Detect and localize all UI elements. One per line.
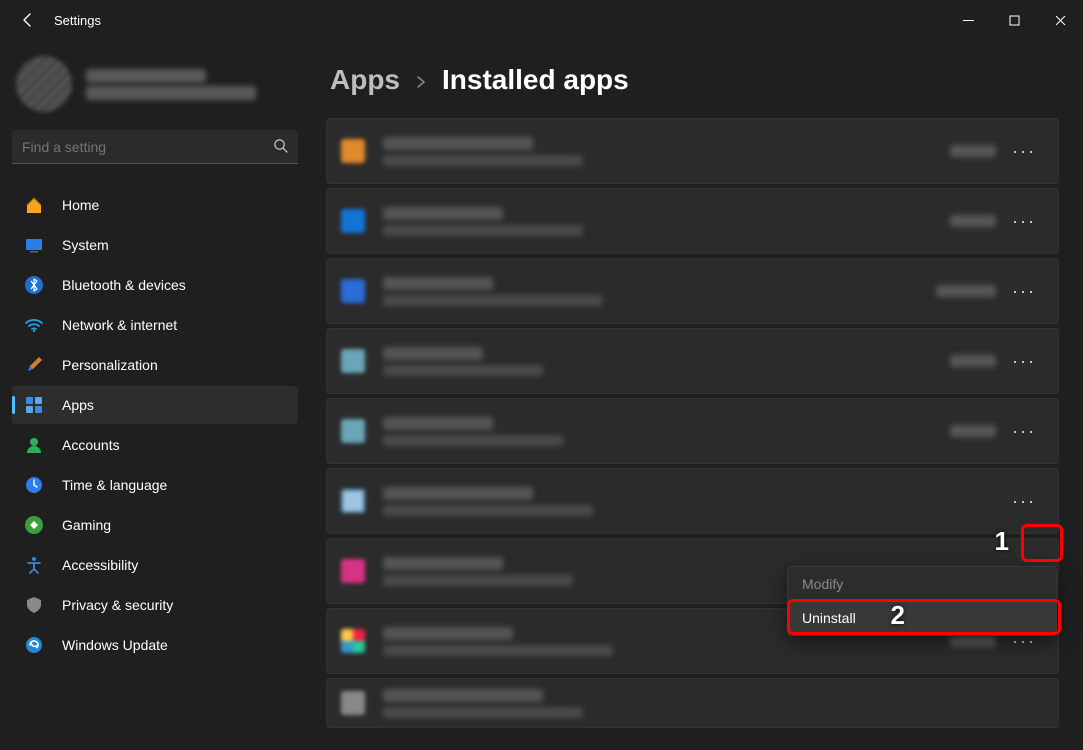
nav-label: Gaming xyxy=(62,517,111,533)
sidebar: Home System Bluetooth & devices Network … xyxy=(0,40,310,750)
nav-gaming[interactable]: Gaming xyxy=(12,506,298,544)
app-text-obscured xyxy=(383,417,950,446)
app-icon xyxy=(341,559,365,583)
nav-label: Accounts xyxy=(62,437,120,453)
app-row[interactable]: ··· xyxy=(326,328,1059,394)
app-icon xyxy=(341,139,365,163)
search-input[interactable] xyxy=(12,130,298,164)
nav-list: Home System Bluetooth & devices Network … xyxy=(12,186,298,666)
app-icon xyxy=(341,279,365,303)
app-more-button[interactable]: ··· xyxy=(1008,206,1040,236)
app-icon xyxy=(341,209,365,233)
app-text-obscured xyxy=(383,487,1008,516)
app-size-obscured xyxy=(950,635,996,647)
nav-accounts[interactable]: Accounts xyxy=(12,426,298,464)
app-size-obscured xyxy=(950,145,996,157)
account-profile[interactable] xyxy=(12,52,298,116)
nav-label: Apps xyxy=(62,397,94,413)
nav-network[interactable]: Network & internet xyxy=(12,306,298,344)
avatar xyxy=(16,56,72,112)
profile-text xyxy=(86,66,256,103)
search-icon xyxy=(273,138,288,156)
nav-label: Bluetooth & devices xyxy=(62,277,186,293)
app-icon xyxy=(341,419,365,443)
app-size-obscured xyxy=(950,215,996,227)
app-more-button[interactable]: ··· xyxy=(1008,276,1040,306)
app-row[interactable]: ··· xyxy=(326,118,1059,184)
search-field[interactable] xyxy=(22,139,273,155)
installed-apps-list: ··· ··· ··· ··· xyxy=(326,118,1059,728)
app-text-obscured xyxy=(383,347,950,376)
window-title: Settings xyxy=(48,13,101,28)
app-icon xyxy=(341,691,365,715)
person-icon xyxy=(22,433,46,457)
nav-personalization[interactable]: Personalization xyxy=(12,346,298,384)
brush-icon xyxy=(22,353,46,377)
back-button[interactable] xyxy=(8,0,48,40)
app-icon xyxy=(341,349,365,373)
app-more-button[interactable]: ··· xyxy=(1008,346,1040,376)
breadcrumb-leaf: Installed apps xyxy=(442,64,629,96)
nav-apps[interactable]: Apps xyxy=(12,386,298,424)
nav-accessibility[interactable]: Accessibility xyxy=(12,546,298,584)
close-button[interactable] xyxy=(1037,0,1083,40)
chevron-right-icon xyxy=(414,72,428,95)
app-row[interactable] xyxy=(326,678,1059,728)
nav-label: Privacy & security xyxy=(62,597,173,613)
app-text-obscured xyxy=(383,137,950,166)
app-row[interactable]: ··· xyxy=(326,258,1059,324)
title-bar: Settings xyxy=(0,0,1083,40)
app-text-obscured xyxy=(383,689,1040,718)
clock-icon xyxy=(22,473,46,497)
nav-system[interactable]: System xyxy=(12,226,298,264)
breadcrumb: Apps Installed apps xyxy=(326,64,1059,96)
maximize-icon xyxy=(1009,15,1020,26)
bluetooth-icon xyxy=(22,273,46,297)
nav-label: Windows Update xyxy=(62,637,168,653)
app-icon xyxy=(341,629,365,653)
close-icon xyxy=(1055,15,1066,26)
maximize-button[interactable] xyxy=(991,0,1037,40)
system-icon xyxy=(22,233,46,257)
nav-label: Personalization xyxy=(62,357,158,373)
wifi-icon xyxy=(22,313,46,337)
menu-item-modify[interactable]: Modify xyxy=(788,567,1056,601)
app-row[interactable]: ··· xyxy=(326,398,1059,464)
nav-label: System xyxy=(62,237,109,253)
app-text-obscured xyxy=(383,277,936,306)
nav-label: Time & language xyxy=(62,477,167,493)
app-more-button[interactable]: ··· xyxy=(1008,136,1040,166)
nav-bluetooth[interactable]: Bluetooth & devices xyxy=(12,266,298,304)
nav-label: Accessibility xyxy=(62,557,138,573)
nav-label: Network & internet xyxy=(62,317,177,333)
nav-time-language[interactable]: Time & language xyxy=(12,466,298,504)
home-icon xyxy=(22,193,46,217)
breadcrumb-root[interactable]: Apps xyxy=(330,64,400,96)
app-row[interactable]: ··· xyxy=(326,468,1059,534)
app-more-button[interactable]: ··· xyxy=(1008,416,1040,446)
content-area: Apps Installed apps ··· ··· xyxy=(310,40,1083,750)
app-size-obscured xyxy=(950,355,996,367)
arrow-left-icon xyxy=(20,12,36,28)
accessibility-icon xyxy=(22,553,46,577)
app-row[interactable]: ··· xyxy=(326,188,1059,254)
app-more-button[interactable]: ··· xyxy=(1008,486,1040,516)
shield-icon xyxy=(22,593,46,617)
app-size-obscured xyxy=(950,425,996,437)
app-context-menu: Modify Uninstall xyxy=(787,566,1057,636)
nav-label: Home xyxy=(62,197,99,213)
apps-icon xyxy=(22,393,46,417)
nav-home[interactable]: Home xyxy=(12,186,298,224)
menu-item-uninstall[interactable]: Uninstall xyxy=(788,601,1056,635)
nav-privacy[interactable]: Privacy & security xyxy=(12,586,298,624)
update-icon xyxy=(22,633,46,657)
nav-windows-update[interactable]: Windows Update xyxy=(12,626,298,664)
app-icon xyxy=(341,489,365,513)
gaming-icon xyxy=(22,513,46,537)
minimize-button[interactable] xyxy=(945,0,991,40)
minimize-icon xyxy=(963,15,974,26)
app-size-obscured xyxy=(936,285,996,297)
app-text-obscured xyxy=(383,207,950,236)
